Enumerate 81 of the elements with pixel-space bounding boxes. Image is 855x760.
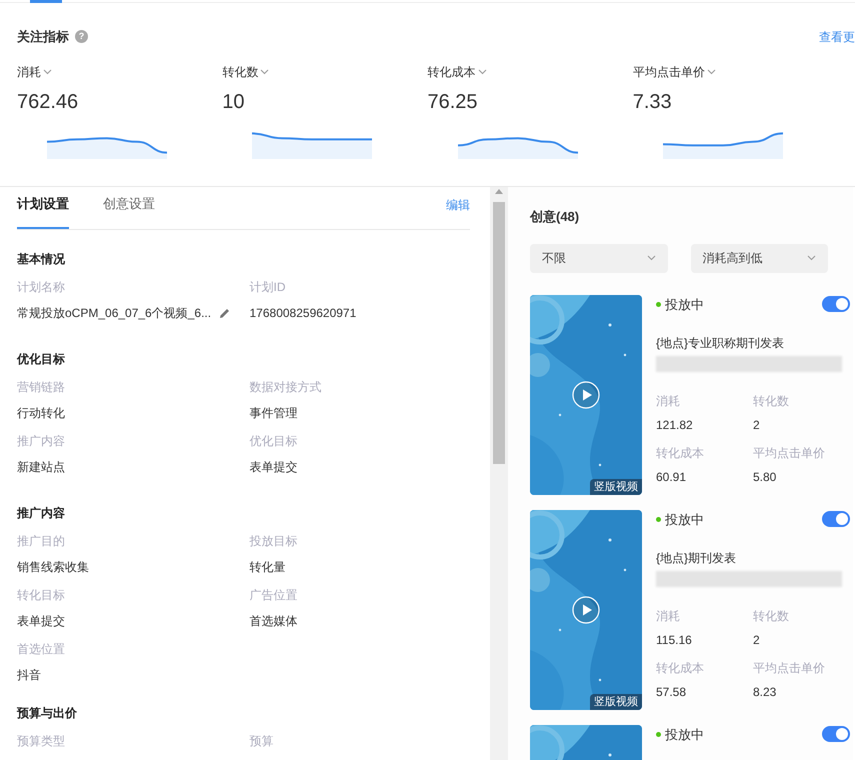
stat-label: 转化数	[753, 608, 789, 625]
field-value: 新建站点	[17, 459, 65, 476]
filter-select[interactable]: 消耗高到低	[690, 244, 828, 272]
chevron-down-icon	[260, 68, 270, 74]
metric-value: 762.46	[17, 90, 78, 114]
video-type-badge: 竖版视频	[590, 694, 642, 710]
metric-dropdown[interactable]: 消耗	[17, 62, 52, 80]
stat-label: 转化数	[753, 393, 789, 410]
field-label: 首选位置	[17, 641, 66, 658]
pencil-icon[interactable]	[218, 308, 230, 318]
field-value: 1768008259620971	[250, 305, 356, 322]
stat-label: 平均点击单价	[753, 445, 825, 462]
chevron-down-icon	[646, 255, 656, 261]
metric-dropdown[interactable]: 转化成本	[428, 62, 486, 80]
chevron-down-icon	[807, 255, 816, 261]
creative-title: {地点}期刊发表	[656, 550, 736, 567]
creatives-title: 创意(48)	[530, 208, 580, 226]
tab[interactable]: 创意设置	[103, 194, 155, 229]
stat-value: 115.16	[656, 632, 692, 649]
filter-select[interactable]: 不限	[530, 244, 668, 272]
stat-label: 消耗	[656, 393, 680, 410]
section-heading: 基本情况	[17, 251, 66, 268]
metric-value: 10	[222, 90, 244, 114]
section-heading: 预算与出价	[17, 705, 78, 722]
status-text: 投放中	[665, 726, 704, 744]
stat-value: 60.91	[656, 469, 686, 486]
stat-value: 2	[753, 417, 760, 434]
chevron-down-icon	[478, 68, 486, 74]
status-text: 投放中	[665, 296, 704, 314]
stat-value: 57.58	[656, 684, 686, 701]
field-label: 预算	[250, 733, 274, 750]
creative-title: {地点}专业职称期刊发表	[656, 335, 784, 352]
field-label: 预算类型	[17, 733, 66, 750]
metric-value: 76.25	[428, 90, 478, 114]
stat-label: 转化成本	[656, 445, 704, 462]
play-icon[interactable]	[572, 596, 600, 624]
stat-label: 平均点击单价	[753, 660, 825, 677]
stat-value: 5.80	[753, 469, 776, 486]
chevron-down-icon	[43, 68, 52, 74]
section-title: 关注指标	[17, 28, 69, 46]
field-value: 表单提交	[250, 459, 298, 476]
tab[interactable]: 计划设置	[17, 194, 69, 229]
toggle-switch[interactable]	[822, 296, 850, 312]
field-label: 优化目标	[250, 433, 298, 450]
field-label: 推广内容	[17, 433, 66, 450]
metric-dropdown[interactable]: 转化数	[222, 62, 270, 80]
toggle-switch[interactable]	[822, 726, 850, 742]
stat-label: 消耗	[656, 608, 680, 625]
scroll-up-icon[interactable]	[495, 189, 503, 194]
chevron-down-icon	[706, 68, 716, 74]
field-value: 行动转化	[17, 405, 65, 422]
toggle-switch[interactable]	[822, 511, 850, 528]
section-heading: 推广内容	[17, 505, 66, 522]
field-label: 广告位置	[250, 587, 298, 604]
field-label: 计划名称	[17, 279, 66, 296]
section-heading: 优化目标	[17, 351, 66, 368]
metric-dropdown[interactable]: 平均点击单价	[632, 62, 716, 80]
metric-value: 7.33	[632, 90, 672, 114]
field-value: 抖音	[17, 667, 41, 684]
field-value: 事件管理	[250, 405, 298, 422]
field-value: 转化量	[250, 559, 286, 576]
field-label: 投放目标	[250, 533, 298, 550]
scrollbar-thumb[interactable]	[493, 202, 505, 464]
field-label: 推广目的	[17, 533, 66, 550]
stat-value: 121.82	[656, 417, 693, 434]
field-value: 表单提交	[17, 613, 65, 630]
play-icon[interactable]	[572, 380, 600, 408]
tab-indicator	[30, 0, 62, 3]
field-label: 计划ID	[250, 279, 286, 296]
stat-value: 2	[753, 632, 760, 649]
field-label: 营销链路	[17, 379, 66, 396]
scrollbar[interactable]	[490, 187, 508, 760]
field-value: 首选媒体	[250, 613, 298, 630]
field-value: 销售线索收集	[17, 559, 89, 576]
field-value: 常规投放oCPM_06_07_6个视频_6...	[17, 305, 212, 322]
video-type-badge: 竖版视频	[590, 478, 642, 494]
field-label: 转化目标	[17, 587, 66, 604]
status-text: 投放中	[665, 510, 704, 528]
field-label: 数据对接方式	[250, 379, 322, 396]
stat-value: 8.23	[753, 684, 776, 701]
stat-label: 转化成本	[656, 660, 704, 677]
